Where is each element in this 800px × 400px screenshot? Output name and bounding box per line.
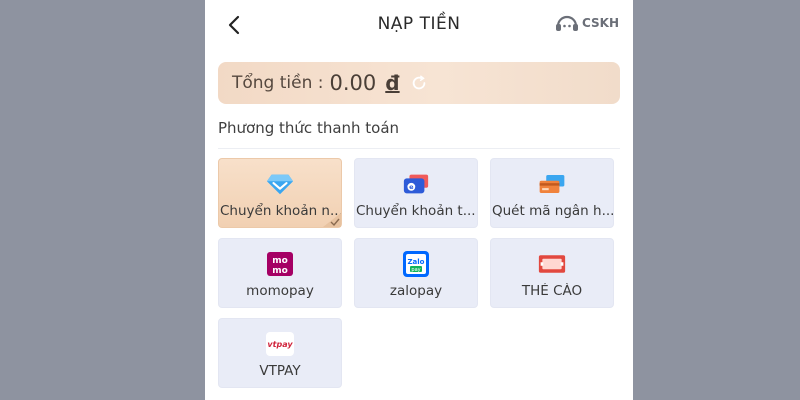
vtpay-logo-text: vtpay [267, 340, 293, 349]
payment-method-label: zalopay [389, 283, 443, 299]
payment-method-label: momopay [246, 283, 314, 299]
check-icon [323, 213, 341, 227]
section-title: Phương thức thanh toán [218, 119, 400, 137]
payment-method-vtpay[interactable]: vtpay VTPAY [218, 318, 342, 388]
zalo-logo-text: Zalo [407, 258, 424, 266]
support-label: CSKH [581, 16, 619, 30]
customer-support-button[interactable]: CSKH [555, 13, 619, 33]
payment-method-momopay[interactable]: mo mo momopay [218, 238, 342, 308]
divider [218, 148, 620, 149]
zalo-pay-text: pay [411, 267, 420, 273]
momo-logo-text-top: mo [272, 256, 288, 266]
payment-method-label: THẺ CÀO [521, 283, 583, 299]
svg-text:e: e [409, 183, 414, 191]
payment-method-label: Chuyển khoản t... [356, 203, 476, 219]
payment-methods-grid: Chuyển khoản n... e Chuyển khoản t... Qu… [218, 158, 618, 398]
total-balance-bar: Tổng tiền : 0.00 đ [218, 62, 620, 104]
momo-logo-icon: mo mo [266, 251, 294, 277]
refresh-icon[interactable] [410, 74, 428, 92]
payment-method-bank-transfer[interactable]: Chuyển khoản n... [218, 158, 342, 228]
payment-method-e-wallet-transfer[interactable]: e Chuyển khoản t... [354, 158, 478, 228]
vtpay-logo-icon: vtpay [266, 331, 294, 357]
header: NẠP TIỀN CSKH [205, 0, 633, 50]
payment-method-label: Quét mã ngân h... [492, 203, 613, 219]
payment-method-bank-qr[interactable]: Quét mã ngân h... [490, 158, 614, 228]
payment-method-label: VTPAY [259, 363, 301, 379]
scratch-card-icon [538, 251, 566, 277]
total-amount: 0.00 [329, 71, 377, 95]
phone-screen: NẠP TIỀN CSKH Tổng tiền : 0.00 đ Phương … [205, 0, 633, 400]
momo-logo-text-bottom: mo [272, 266, 288, 276]
diamond-icon [266, 171, 294, 197]
payment-method-scratch-card[interactable]: THẺ CÀO [490, 238, 614, 308]
total-label: Tổng tiền : [232, 73, 324, 93]
bank-cards-icon [538, 171, 566, 197]
zalopay-logo-icon: Zalo pay [402, 251, 430, 277]
e-wallet-icon: e [402, 171, 430, 197]
headset-icon [555, 15, 578, 31]
payment-method-zalopay[interactable]: Zalo pay zalopay [354, 238, 478, 308]
currency-symbol: đ [385, 71, 400, 95]
